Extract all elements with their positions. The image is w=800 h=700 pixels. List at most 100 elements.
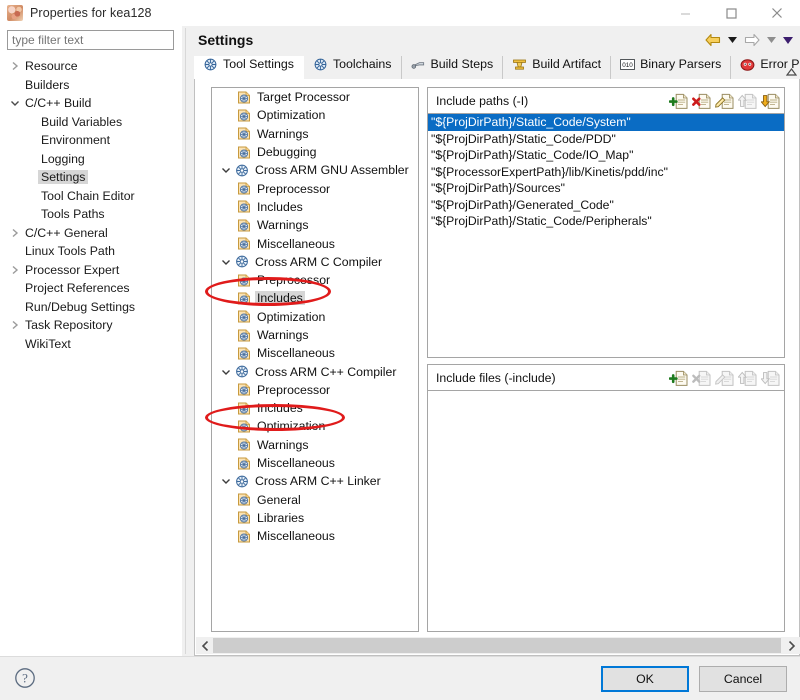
scrollbar-track[interactable] bbox=[213, 637, 783, 654]
help-question-icon[interactable]: ? bbox=[13, 666, 37, 690]
page-option-icon bbox=[236, 126, 252, 141]
sidebar-item-linux-tools-path[interactable]: Linux Tools Path bbox=[0, 242, 182, 261]
option-tree-item-warnings[interactable]: Warnings bbox=[212, 326, 418, 344]
sidebar-item-wikitext[interactable]: WikiText bbox=[0, 335, 182, 354]
tab-build-steps[interactable]: Build Steps bbox=[402, 56, 504, 79]
tab-tool-settings[interactable]: Tool Settings bbox=[194, 56, 304, 79]
delete-icon[interactable] bbox=[691, 91, 711, 111]
back-history-chevron-down-icon[interactable] bbox=[726, 30, 739, 50]
sidebar-item-label: Linux Tools Path bbox=[25, 244, 116, 259]
option-tree-item-preprocessor[interactable]: Preprocessor bbox=[212, 271, 418, 289]
chevron-right-icon[interactable] bbox=[8, 265, 22, 275]
move-up-icon bbox=[737, 368, 757, 388]
option-tree-item-optimization[interactable]: Optimization bbox=[212, 417, 418, 435]
option-tree-item-general[interactable]: General bbox=[212, 491, 418, 509]
include-paths-list[interactable]: "${ProjDirPath}/Static_Code/System" "${Pr… bbox=[427, 114, 785, 358]
chevron-right-icon[interactable] bbox=[8, 61, 22, 71]
sidebar-item-processor-expert[interactable]: Processor Expert bbox=[0, 261, 182, 280]
option-tree-item-debugging[interactable]: Debugging bbox=[212, 143, 418, 161]
sidebar-item-builders[interactable]: Builders bbox=[0, 76, 182, 95]
list-item[interactable]: "${ProjDirPath}/Static_Code/Peripherals" bbox=[428, 213, 784, 230]
sidebar-item-c-c-general[interactable]: C/C++ General bbox=[0, 224, 182, 243]
forward-arrow-icon[interactable] bbox=[742, 30, 762, 50]
option-tree-item-label: Cross ARM C++ Linker bbox=[255, 474, 381, 489]
sidebar-item-task-repository[interactable]: Task Repository bbox=[0, 316, 182, 335]
option-tree-item-optimization[interactable]: Optimization bbox=[212, 308, 418, 326]
list-item[interactable]: "${ProcessorExpertPath}/lib/Kinetis/pdd/… bbox=[428, 164, 784, 181]
list-item[interactable]: "${ProjDirPath}/Static_Code/IO_Map" bbox=[428, 147, 784, 164]
option-tree-item-label: Preprocessor bbox=[257, 382, 331, 397]
sidebar-item-project-references[interactable]: Project References bbox=[0, 279, 182, 298]
option-tree-item-miscellaneous[interactable]: Miscellaneous bbox=[212, 234, 418, 252]
option-tree-item-miscellaneous[interactable]: Miscellaneous bbox=[212, 344, 418, 362]
edit-icon[interactable] bbox=[714, 91, 734, 111]
minimize-icon[interactable] bbox=[662, 0, 708, 26]
scrollbar-thumb[interactable] bbox=[213, 638, 781, 653]
sidebar-item-label: Environment bbox=[41, 133, 111, 148]
option-tree-item-label: Includes bbox=[257, 199, 303, 214]
chevron-down-icon[interactable] bbox=[218, 367, 234, 377]
scroll-left-chevron-left-icon[interactable] bbox=[196, 637, 213, 654]
tool-settings-tab-content: Target Processor Optimization Warnings Debu… bbox=[194, 79, 800, 656]
option-tree-item-warnings[interactable]: Warnings bbox=[212, 125, 418, 143]
option-tree-item-libraries[interactable]: Libraries bbox=[212, 509, 418, 527]
sidebar-item-tools-paths[interactable]: Tools Paths bbox=[0, 205, 182, 224]
maximize-icon[interactable] bbox=[708, 0, 754, 26]
option-tree-item-cross-arm-c++-compiler[interactable]: Cross ARM C++ Compiler bbox=[212, 362, 418, 380]
cancel-button[interactable]: Cancel bbox=[699, 666, 787, 692]
page-menu-chevron-down-icon[interactable] bbox=[781, 30, 794, 50]
tab-scroll-chevron-up-icon[interactable] bbox=[783, 64, 799, 80]
chevron-right-icon[interactable] bbox=[8, 320, 22, 330]
option-tree-item-preprocessor[interactable]: Preprocessor bbox=[212, 179, 418, 197]
tab-label: Build Steps bbox=[430, 57, 494, 71]
forward-history-chevron-down-icon[interactable] bbox=[765, 30, 778, 50]
back-arrow-icon[interactable] bbox=[703, 30, 723, 50]
chevron-down-icon[interactable] bbox=[218, 257, 234, 267]
option-tree-item-warnings[interactable]: Warnings bbox=[212, 436, 418, 454]
ok-button[interactable]: OK bbox=[601, 666, 689, 692]
include-files-list[interactable] bbox=[427, 391, 785, 632]
include-paths-panel: Include paths (-I) "${ProjDirPath}/Stati… bbox=[427, 87, 785, 358]
sash-divider[interactable] bbox=[182, 26, 190, 656]
sidebar-item-c-c-build[interactable]: C/C++ Build bbox=[0, 94, 182, 113]
list-item[interactable]: "${ProjDirPath}/Static_Code/PDD" bbox=[428, 131, 784, 148]
option-tree-item-miscellaneous[interactable]: Miscellaneous bbox=[212, 527, 418, 545]
list-item[interactable]: "${ProjDirPath}/Sources" bbox=[428, 180, 784, 197]
tab-build-artifact[interactable]: Build Artifact bbox=[503, 56, 612, 79]
option-tree-item-preprocessor[interactable]: Preprocessor bbox=[212, 381, 418, 399]
option-tree-item-includes[interactable]: Includes bbox=[212, 289, 418, 307]
include-files-panel: Include files (-include) bbox=[427, 364, 785, 632]
scroll-right-chevron-right-icon[interactable] bbox=[783, 637, 800, 654]
sidebar-item-build-variables[interactable]: Build Variables bbox=[0, 113, 182, 132]
filter-input[interactable] bbox=[7, 30, 174, 50]
move-down-icon[interactable] bbox=[760, 91, 780, 111]
chevron-down-icon[interactable] bbox=[218, 165, 234, 175]
sidebar-item-environment[interactable]: Environment bbox=[0, 131, 182, 150]
option-tree-item-cross-arm-gnu-assembler[interactable]: Cross ARM GNU Assembler bbox=[212, 161, 418, 179]
sidebar-item-run-debug-settings[interactable]: Run/Debug Settings bbox=[0, 298, 182, 317]
add-icon[interactable] bbox=[668, 91, 688, 111]
option-tree-item-miscellaneous[interactable]: Miscellaneous bbox=[212, 454, 418, 472]
chevron-down-icon[interactable] bbox=[8, 98, 22, 108]
sidebar-item-tool-chain-editor[interactable]: Tool Chain Editor bbox=[0, 187, 182, 206]
sidebar-item-label: Run/Debug Settings bbox=[25, 299, 136, 314]
option-tree-item-includes[interactable]: Includes bbox=[212, 399, 418, 417]
option-tree-item-warnings[interactable]: Warnings bbox=[212, 216, 418, 234]
sidebar-item-resource[interactable]: Resource bbox=[0, 57, 182, 76]
tab-binary-parsers[interactable]: 010 Binary Parsers bbox=[611, 56, 732, 79]
tab-toolchains[interactable]: Toolchains bbox=[304, 56, 402, 79]
sidebar-item-settings[interactable]: Settings bbox=[0, 168, 182, 187]
add-icon[interactable] bbox=[668, 368, 688, 388]
option-tree-item-optimization[interactable]: Optimization bbox=[212, 106, 418, 124]
option-tree-item-cross-arm-c++-linker[interactable]: Cross ARM C++ Linker bbox=[212, 472, 418, 490]
list-item[interactable]: "${ProjDirPath}/Generated_Code" bbox=[428, 197, 784, 214]
option-tree-item-target-processor[interactable]: Target Processor bbox=[212, 88, 418, 106]
horizontal-scrollbar[interactable] bbox=[196, 637, 800, 654]
chevron-right-icon[interactable] bbox=[8, 228, 22, 238]
sidebar-item-logging[interactable]: Logging bbox=[0, 150, 182, 169]
option-tree-item-cross-arm-c-compiler[interactable]: Cross ARM C Compiler bbox=[212, 253, 418, 271]
chevron-down-icon[interactable] bbox=[218, 476, 234, 486]
option-tree-item-includes[interactable]: Includes bbox=[212, 198, 418, 216]
list-item[interactable]: "${ProjDirPath}/Static_Code/System" bbox=[428, 114, 784, 131]
close-icon[interactable] bbox=[754, 0, 800, 26]
